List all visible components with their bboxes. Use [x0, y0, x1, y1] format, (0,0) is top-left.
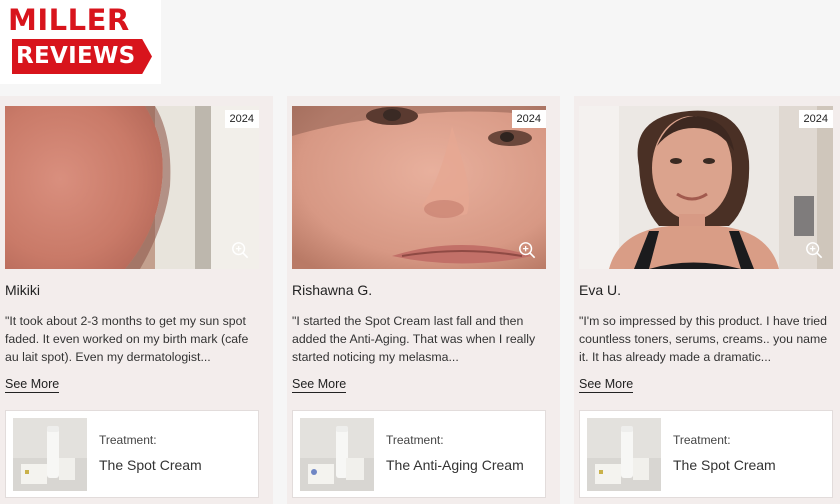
review-card: 2024 Mikiki "It took about 2-3 months to… — [0, 96, 273, 504]
treatment-label: Treatment: — [99, 433, 157, 447]
review-quote: "It took about 2-3 months to get my sun … — [5, 314, 249, 364]
treatment-box[interactable]: Treatment: The Spot Cream — [5, 410, 259, 498]
reviewer-name: Mikiki — [5, 282, 40, 298]
year-badge: 2024 — [511, 110, 546, 128]
treatment-name: The Spot Cream — [673, 457, 776, 473]
review-card: 2024 Eva U. "I'm so impressed by this pr… — [574, 96, 840, 504]
see-more-link[interactable]: See More — [292, 377, 347, 393]
zoom-in-icon[interactable] — [805, 241, 823, 259]
year-badge: 2024 — [798, 110, 833, 128]
zoom-in-icon[interactable] — [231, 241, 249, 259]
treatment-label: Treatment: — [386, 433, 444, 447]
treatment-label: Treatment: — [673, 433, 731, 447]
review-photo[interactable]: 2024 — [5, 106, 259, 269]
reviewer-name: Rishawna G. — [292, 282, 373, 298]
reviewer-name: Eva U. — [579, 282, 622, 298]
review-photo[interactable]: 2024 — [292, 106, 546, 269]
review-photo-image — [292, 106, 546, 269]
see-more-link[interactable]: See More — [5, 377, 60, 393]
product-image — [300, 418, 374, 491]
review-photo-image — [579, 106, 833, 269]
review-photo-image — [5, 106, 259, 269]
product-image — [13, 418, 87, 491]
review-quote: "I'm so impressed by this product. I hav… — [579, 314, 828, 364]
treatment-name: The Spot Cream — [99, 457, 202, 473]
year-badge: 2024 — [224, 110, 259, 128]
treatment-box[interactable]: Treatment: The Spot Cream — [579, 410, 833, 498]
logo-text-reviews: REVIEWS — [16, 43, 136, 69]
zoom-in-icon[interactable] — [518, 241, 536, 259]
review-photo[interactable]: 2024 — [579, 106, 833, 269]
review-quote: "I started the Spot Cream last fall and … — [292, 314, 536, 364]
treatment-name: The Anti-Aging Cream — [386, 457, 524, 473]
product-image — [587, 418, 661, 491]
site-logo[interactable]: MILLER REVIEWS — [0, 0, 161, 84]
logo-text-miller: MILLER — [8, 3, 130, 37]
treatment-box[interactable]: Treatment: The Anti-Aging Cream — [292, 410, 546, 498]
review-card: 2024 Rishawna G. "I started the Spot Cre… — [287, 96, 560, 504]
see-more-link[interactable]: See More — [579, 377, 634, 393]
